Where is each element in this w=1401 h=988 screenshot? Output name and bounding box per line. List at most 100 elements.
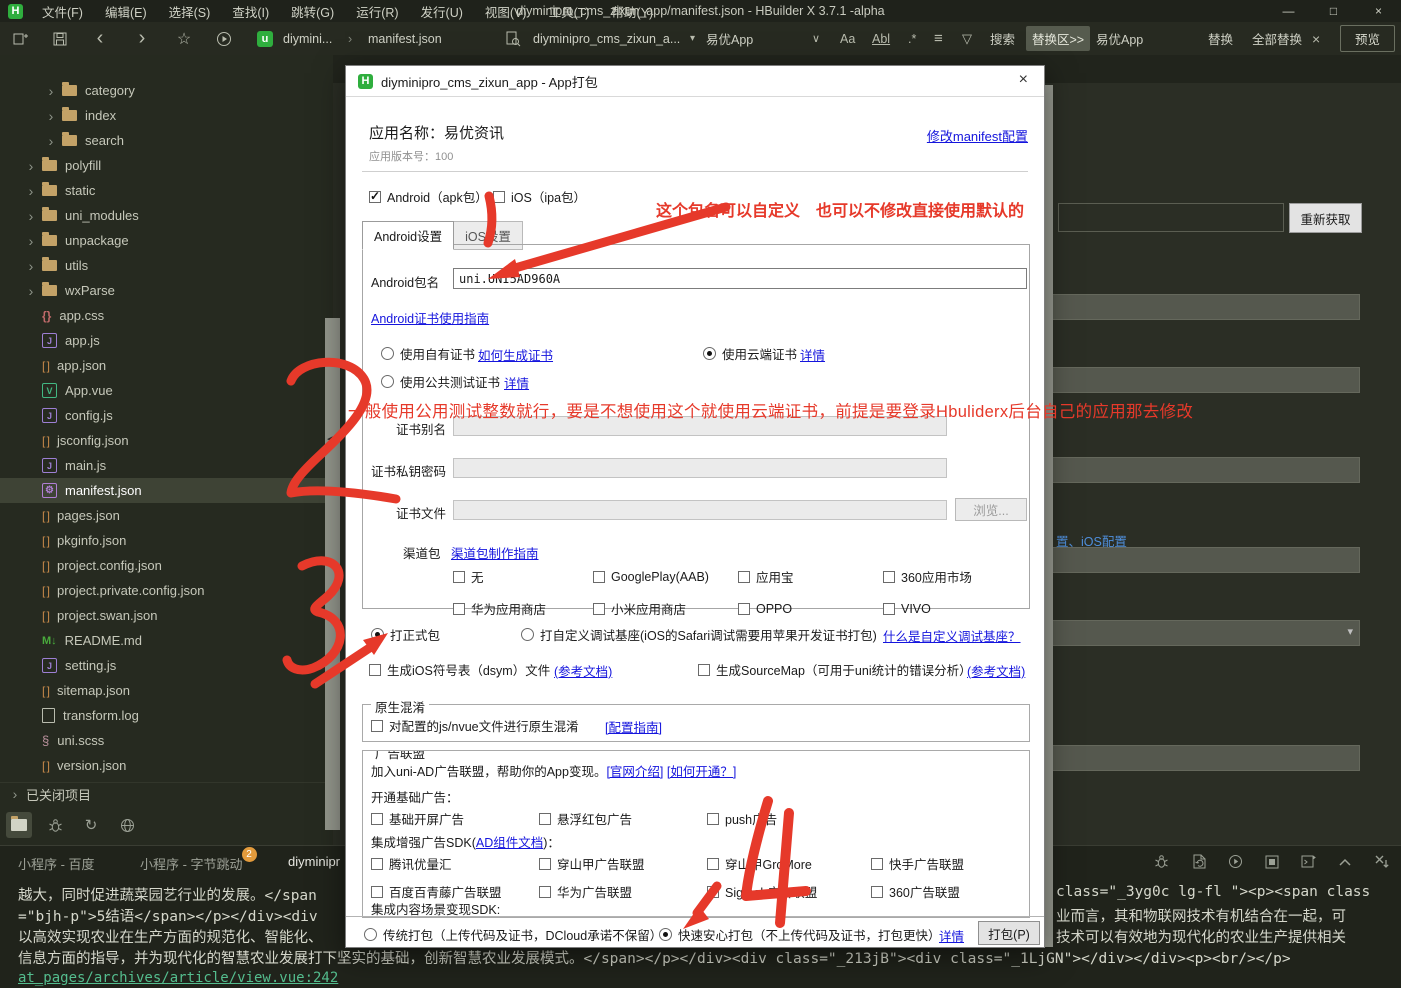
replace-zone-toggle[interactable]: 替换区>> [1026, 22, 1090, 55]
manifest-field[interactable] [1046, 457, 1360, 483]
collapse-panel-icon[interactable] [1338, 857, 1352, 867]
tree-folder-uni_modules[interactable]: ›uni_modules [0, 203, 333, 228]
minimize-button[interactable]: — [1266, 0, 1311, 22]
editor-scrollbar-right[interactable] [1045, 85, 1053, 947]
tree-folder-category[interactable]: ›category [0, 78, 333, 103]
package-button[interactable]: 打包(P) [978, 921, 1040, 945]
replace-all-button[interactable]: 全部替换 [1252, 22, 1302, 55]
preview-button[interactable]: 预览 [1340, 22, 1395, 55]
dropdown-arrow-icon[interactable]: ▾ [690, 22, 695, 55]
ad-website-link[interactable]: [官网介绍] [606, 765, 663, 779]
tree-file-config.js[interactable]: Jconfig.js [0, 403, 333, 428]
tree-folder-index[interactable]: ›index [0, 103, 333, 128]
regex-icon[interactable]: .* [908, 22, 916, 55]
file-search-icon[interactable] [503, 22, 523, 55]
refresh-appid-button[interactable]: 重新获取 [1289, 203, 1362, 233]
project-scope-selector[interactable]: diyminipro_cms_zixun_a... [533, 22, 680, 55]
maximize-button[interactable]: □ [1311, 0, 1356, 22]
obfuscation-guide-link[interactable]: [配置指南] [605, 717, 662, 736]
ad-sdk-checkbox[interactable]: 华为广告联盟 [539, 882, 707, 901]
tab-android-settings[interactable]: Android设置 [362, 221, 454, 250]
how-to-generate-cert-link[interactable]: 如何生成证书 [478, 345, 553, 364]
manifest-field[interactable] [1046, 745, 1360, 771]
tree-file-version.json[interactable]: [ ]version.json [0, 753, 333, 778]
ad-howto-link[interactable]: [如何开通？] [667, 765, 736, 779]
whole-word-icon[interactable]: Abl [872, 22, 890, 55]
clear-search-icon[interactable]: × [1312, 22, 1320, 55]
web-view-icon[interactable] [114, 812, 140, 838]
manifest-field[interactable] [1046, 367, 1360, 393]
channel-checkbox[interactable]: OPPO [738, 599, 883, 618]
channel-checkbox[interactable]: 小米应用商店 [593, 599, 738, 618]
tree-file-README.md[interactable]: M↓README.md [0, 628, 333, 653]
appid-field[interactable] [1058, 203, 1284, 232]
replace-button[interactable]: 替换 [1208, 22, 1233, 55]
modify-manifest-link[interactable]: 修改manifest配置 [927, 126, 1028, 145]
menu-item[interactable]: 选择(S) [160, 0, 220, 23]
tree-file-App.vue[interactable]: VApp.vue [0, 378, 333, 403]
save-icon[interactable] [48, 22, 72, 55]
ad-sdk-checkbox[interactable]: 穿山甲GroMore [707, 854, 871, 873]
dsym-doc-link[interactable]: (参考文档) [554, 661, 612, 680]
breadcrumb-file[interactable]: manifest.json [368, 22, 442, 55]
close-dialog-icon[interactable]: × [1019, 71, 1028, 89]
ios-platform-checkbox[interactable]: iOS（ipa包） [493, 187, 586, 206]
tree-file-project.private.config.json[interactable]: [ ]project.private.config.json [0, 578, 333, 603]
menu-item[interactable]: 发行(U) [412, 0, 472, 23]
filter-icon[interactable]: ▽ [962, 22, 972, 55]
sourcemap-checkbox[interactable]: 生成SourceMap（可用于uni统计的错误分析） [698, 660, 972, 679]
console-tab[interactable]: 小程序 - 百度 [18, 854, 95, 873]
source-location-link[interactable]: at_pages/archives/article/view.vue:242 [18, 970, 338, 986]
channel-checkbox[interactable]: GooglePlay(AAB) [593, 567, 738, 586]
tree-file-main.js[interactable]: Jmain.js [0, 453, 333, 478]
explorer-view-icon[interactable] [6, 812, 32, 838]
ad-component-doc-link[interactable]: AD组件文档 [476, 836, 543, 850]
run-icon[interactable] [212, 22, 236, 55]
editor-scrollbar[interactable] [325, 318, 340, 830]
manifest-field[interactable] [1046, 547, 1360, 573]
stop-icon[interactable] [1265, 855, 1279, 869]
tree-file-app.js[interactable]: Japp.js [0, 328, 333, 353]
ad-basic-checkbox[interactable]: 悬浮红包广告 [539, 809, 707, 828]
android-cert-guide-link[interactable]: Android证书使用指南 [371, 308, 489, 327]
search-history-chevron-icon[interactable]: ∨ [812, 22, 820, 55]
multiline-icon[interactable]: ≡ [934, 22, 943, 55]
tree-file-project.config.json[interactable]: [ ]project.config.json [0, 553, 333, 578]
refresh-file-icon[interactable] [1191, 854, 1206, 869]
tree-file-manifest.json[interactable]: ⚙manifest.json [0, 478, 333, 503]
channel-checkbox[interactable]: VIVO [883, 599, 1023, 618]
channel-checkbox[interactable]: 华为应用商店 [453, 599, 593, 618]
sidebar-collapse-icon[interactable]: ◂ [327, 432, 333, 445]
tree-folder-unpackage[interactable]: ›unpackage [0, 228, 333, 253]
traditional-pack-radio[interactable]: 传统打包（上传代码及证书，DCloud承诺不保留） [364, 925, 662, 944]
back-icon[interactable]: ‹ [88, 22, 112, 55]
sync-view-icon[interactable]: ↻ [78, 812, 104, 838]
sourcemap-doc-link[interactable]: (参考文档) [967, 661, 1025, 680]
tree-file-setting.js[interactable]: Jsetting.js [0, 653, 333, 678]
ad-basic-checkbox[interactable]: push广告 [707, 809, 1011, 828]
package-name-input[interactable]: uni.UNI5AD960A [453, 268, 1027, 289]
menu-item[interactable]: 查找(I) [223, 0, 278, 23]
debug-icon[interactable] [1154, 854, 1169, 869]
native-obfuscation-checkbox[interactable]: 对配置的js/nvue文件进行原生混淆 [371, 716, 579, 735]
console-tab[interactable]: diyminipr [288, 854, 340, 869]
breadcrumb-project[interactable]: diymini... [283, 22, 332, 55]
pack-detail-link[interactable]: 详情 [939, 926, 964, 945]
custom-base-radio[interactable]: 打自定义调试基座(iOS的Safari调试需要用苹果开发证书打包) [521, 625, 877, 644]
ad-sdk-checkbox[interactable]: 穿山甲广告联盟 [539, 854, 707, 873]
search-input[interactable]: 易优App [706, 22, 753, 55]
public-cert-detail-link[interactable]: 详情 [504, 373, 529, 392]
channel-checkbox[interactable]: 无 [453, 567, 593, 586]
tree-folder-search[interactable]: ›search [0, 128, 333, 153]
new-file-icon[interactable] [8, 22, 32, 55]
public-test-cert-radio[interactable]: 使用公共测试证书 [381, 372, 500, 391]
close-window-button[interactable]: × [1356, 0, 1401, 22]
tree-file-project.swan.json[interactable]: [ ]project.swan.json [0, 603, 333, 628]
ad-sdk-checkbox[interactable]: 360广告联盟 [871, 882, 1023, 901]
fast-pack-radio[interactable]: 快速安心打包（不上传代码及证书，打包更快） [659, 925, 941, 944]
tree-file-pages.json[interactable]: [ ]pages.json [0, 503, 333, 528]
manifest-dropdown[interactable]: ▾ [1046, 620, 1360, 646]
tree-file-pkginfo.json[interactable]: [ ]pkginfo.json [0, 528, 333, 553]
own-cert-radio[interactable]: 使用自有证书 [381, 344, 475, 363]
tree-file-transform.log[interactable]: transform.log [0, 703, 333, 728]
